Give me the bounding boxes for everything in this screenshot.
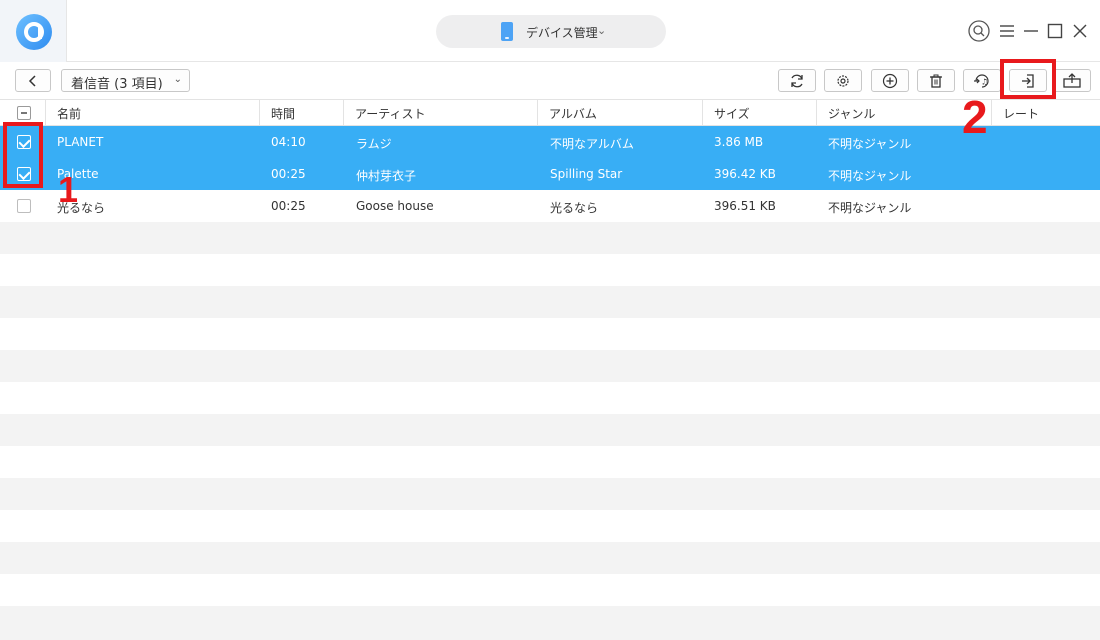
column-header-name[interactable]: 名前 <box>46 100 260 126</box>
empty-row <box>0 414 1100 446</box>
svg-text:♫: ♫ <box>981 77 988 86</box>
category-dropdown[interactable]: 着信音 (3 項目) ⌄ <box>61 69 190 92</box>
table-header: 名前 時間 アーティスト アルバム サイズ ジャンル レート <box>0 100 1100 126</box>
row-checkbox[interactable] <box>17 199 31 213</box>
cell-genre: 不明なジャンル <box>828 169 912 183</box>
select-all-checkbox[interactable] <box>17 106 31 120</box>
refresh-icon <box>791 74 803 87</box>
to-itunes-icon: ♫ <box>974 73 989 88</box>
cell-genre: 不明なジャンル <box>828 201 912 215</box>
highlight-box-checkboxes <box>3 122 43 188</box>
highlight-box-export-button <box>1000 59 1056 99</box>
cell-size: 396.51 KB <box>714 199 776 213</box>
cell-genre: 不明なジャンル <box>828 137 912 151</box>
empty-row <box>0 606 1100 640</box>
cell-album: 光るなら <box>550 201 599 215</box>
column-header-rate[interactable]: レート <box>992 100 1100 126</box>
trash-icon <box>930 74 942 88</box>
column-header-artist[interactable]: アーティスト <box>344 100 538 126</box>
table-row[interactable]: 光るなら 00:25 Goose house 光るなら 396.51 KB 不明… <box>0 190 1100 222</box>
close-icon[interactable] <box>1067 18 1093 44</box>
menu-icon[interactable] <box>994 18 1020 44</box>
export-to-device-icon <box>1063 72 1081 88</box>
cell-time: 00:25 <box>271 167 306 181</box>
app-logo-icon <box>16 14 52 50</box>
empty-row <box>0 542 1100 574</box>
title-bar: デバイス管理 ⌄ <box>0 0 1100 62</box>
column-header-size[interactable]: サイズ <box>703 100 817 126</box>
cell-artist: 仲村芽衣子 <box>356 169 417 183</box>
cell-time: 04:10 <box>271 135 306 149</box>
table-row[interactable]: Palette 00:25 仲村芽衣子 Spilling Star 396.42… <box>0 158 1100 190</box>
cell-album: 不明なアルバム <box>550 137 634 151</box>
logo-area <box>0 0 67 62</box>
category-label: 着信音 (3 項目) <box>71 77 163 92</box>
add-button[interactable] <box>871 69 909 92</box>
empty-row <box>0 382 1100 414</box>
column-header-album[interactable]: アルバム <box>538 100 703 126</box>
toolbar: 着信音 (3 項目) ⌄ ♫ <box>0 62 1100 100</box>
device-selector-label: デバイス管理 <box>526 26 598 40</box>
column-header-time[interactable]: 時間 <box>260 100 344 126</box>
minimize-icon[interactable] <box>1018 18 1044 44</box>
empty-row <box>0 350 1100 382</box>
cell-artist: Goose house <box>356 199 434 213</box>
cell-name: PLANET <box>57 135 104 149</box>
empty-row <box>0 574 1100 606</box>
search-icon[interactable] <box>966 18 992 44</box>
cell-artist: ラムジ <box>356 137 392 151</box>
empty-row <box>0 510 1100 542</box>
delete-button[interactable] <box>917 69 955 92</box>
step-2-marker: 2 <box>962 91 988 143</box>
back-button[interactable] <box>15 69 51 92</box>
to-device-button[interactable] <box>1053 69 1091 92</box>
empty-row <box>0 478 1100 510</box>
cell-size: 3.86 MB <box>714 135 764 149</box>
maximize-icon[interactable] <box>1042 18 1068 44</box>
to-itunes-button[interactable]: ♫ <box>963 69 1001 92</box>
add-icon <box>882 73 898 88</box>
table-row[interactable]: PLANET 04:10 ラムジ 不明なアルバム 3.86 MB 不明なジャンル <box>0 126 1100 158</box>
chevron-left-icon <box>28 74 36 87</box>
ringtone-table: 名前 時間 アーティスト アルバム サイズ ジャンル レート PLANET 04… <box>0 100 1100 640</box>
settings-button[interactable] <box>824 69 862 92</box>
cell-time: 00:25 <box>271 199 306 213</box>
chevron-down-icon: ⌄ <box>597 24 607 37</box>
chevron-down-icon: ⌄ <box>173 74 182 85</box>
step-1-marker: 1 <box>58 169 79 210</box>
gear-icon <box>837 74 849 87</box>
refresh-button[interactable] <box>778 69 816 92</box>
cell-size: 396.42 KB <box>714 167 776 181</box>
empty-row <box>0 286 1100 318</box>
empty-row <box>0 254 1100 286</box>
empty-row <box>0 222 1100 254</box>
cell-album: Spilling Star <box>550 167 623 181</box>
empty-row <box>0 446 1100 478</box>
empty-row <box>0 318 1100 350</box>
phone-icon <box>501 22 513 41</box>
device-selector[interactable]: デバイス管理 ⌄ <box>436 15 666 48</box>
